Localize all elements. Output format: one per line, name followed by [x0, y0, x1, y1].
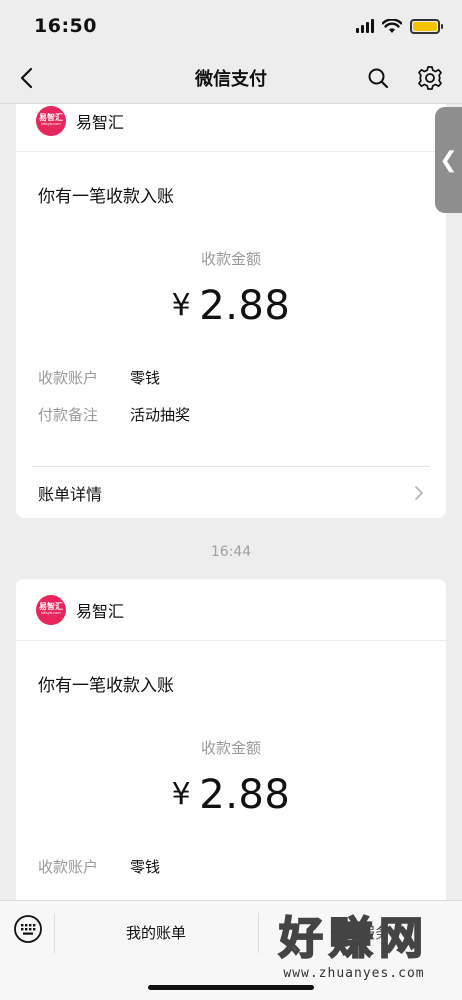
wifi-icon: [382, 18, 402, 33]
floating-side-tab[interactable]: ❮: [435, 107, 462, 213]
menu-my-bills[interactable]: 我的账单: [54, 901, 258, 963]
search-icon[interactable]: [364, 64, 392, 92]
detail-row: 收款账户 零钱: [16, 848, 446, 885]
nav-bar: 微信支付: [0, 52, 462, 104]
back-arrow-icon[interactable]: [14, 64, 42, 92]
page-title: 微信支付: [195, 68, 267, 90]
home-indicator: [148, 985, 314, 990]
detail-key: 收款账户: [38, 858, 99, 876]
detail-key: 付款备注: [38, 406, 99, 424]
amount-number: 2.88: [199, 772, 291, 818]
amount-number: 2.88: [199, 283, 291, 329]
detail-row: 收款账户 零钱: [16, 359, 446, 396]
menu-label: 卡券服务: [329, 923, 390, 942]
merchant-logo: 易智汇 bitsyb.com: [36, 594, 66, 625]
keyboard-icon[interactable]: [12, 913, 44, 945]
status-time: 16:50: [34, 15, 97, 37]
currency-symbol: ¥: [171, 288, 192, 323]
menu-coupon-service[interactable]: 卡券服务: [258, 901, 462, 963]
detail-row: 付款备注 活动抽奖: [16, 396, 446, 433]
amount-value: ¥2.88: [16, 772, 446, 818]
bill-details-label: 账单详情: [38, 484, 103, 504]
card-header: 易智汇 bitsyb.com 易智汇: [16, 579, 446, 641]
merchant-name: 易智汇: [76, 601, 125, 621]
detail-value: 零钱: [130, 858, 161, 876]
currency-symbol: ¥: [171, 777, 192, 812]
card-header: 易智汇 bitsyb.com 易智汇: [16, 104, 446, 152]
chevron-right-icon: [415, 485, 423, 500]
merchant-logo: 易智汇 bitsyb.com: [36, 105, 66, 136]
detail-value: 活动抽奖: [130, 406, 191, 424]
payment-notice-card[interactable]: 易智汇 bitsyb.com 易智汇 你有一笔收款入账 收款金额 ¥2.88 收…: [16, 104, 446, 518]
merchant-name: 易智汇: [76, 112, 125, 132]
amount-label: 收款金额: [200, 739, 261, 757]
cellular-signal-icon: [356, 19, 374, 33]
message-timestamp: 16:44: [210, 544, 252, 560]
status-bar: 16:50: [0, 0, 462, 52]
detail-value: 零钱: [130, 369, 161, 387]
gear-icon[interactable]: [416, 64, 444, 92]
chevron-left-icon: ❮: [439, 147, 458, 173]
notice-title: 你有一笔收款入账: [38, 676, 174, 696]
payment-notice-card[interactable]: 易智汇 bitsyb.com 易智汇 你有一笔收款入账 收款金额 ¥2.88 收…: [16, 579, 446, 900]
menu-label: 我的账单: [125, 923, 186, 942]
bill-details-link[interactable]: 账单详情: [32, 466, 430, 518]
detail-key: 收款账户: [38, 369, 99, 387]
message-list[interactable]: 易智汇 bitsyb.com 易智汇 你有一笔收款入账 收款金额 ¥2.88 收…: [0, 104, 462, 900]
amount-value: ¥2.88: [16, 283, 446, 329]
status-icons: [356, 18, 443, 34]
battery-icon: [410, 18, 443, 34]
notice-title: 你有一笔收款入账: [38, 187, 174, 207]
amount-label: 收款金额: [200, 250, 261, 268]
